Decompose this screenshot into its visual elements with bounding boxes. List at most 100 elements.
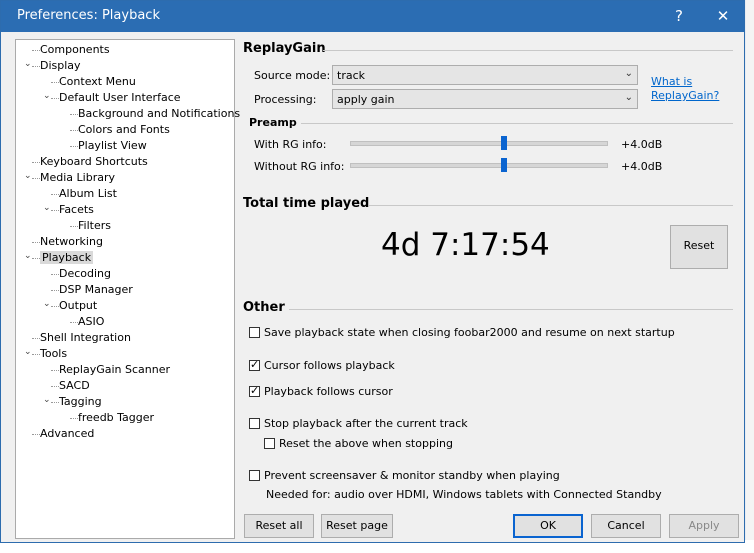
tree-connector bbox=[70, 418, 78, 419]
without-rg-value: +4.0dB bbox=[621, 160, 663, 173]
tree-item-freedb-tagger[interactable]: freedb Tagger bbox=[78, 410, 154, 426]
tree-connector bbox=[51, 386, 59, 387]
help-button[interactable]: ? bbox=[659, 1, 699, 32]
tree-item-playlist-view[interactable]: Playlist View bbox=[78, 138, 147, 154]
tree-item-tagging[interactable]: Tagging bbox=[59, 394, 102, 410]
tree-item-label: Context Menu bbox=[59, 75, 136, 88]
tree-item-label: Components bbox=[40, 43, 110, 56]
tree-connector bbox=[32, 354, 40, 355]
chevron-down-icon[interactable]: ⌄ bbox=[24, 59, 32, 69]
option-reset-when-stopping[interactable]: Reset the above when stopping bbox=[264, 437, 453, 450]
checkbox[interactable] bbox=[264, 438, 275, 449]
source-mode-label: Source mode: bbox=[254, 69, 331, 82]
preferences-dialog: Preferences: Playback ? ✕ Components ⌄ Dis… bbox=[0, 0, 745, 543]
tree-item-default-user-interface[interactable]: Default User Interface bbox=[59, 90, 181, 106]
tree-item-filters[interactable]: Filters bbox=[78, 218, 111, 234]
option-label: Playback follows cursor bbox=[264, 385, 393, 398]
source-mode-select[interactable]: track ⌄ bbox=[332, 65, 638, 85]
chevron-down-icon[interactable]: ⌄ bbox=[24, 251, 32, 261]
tree-item-label: Background and Notifications bbox=[78, 107, 241, 120]
tree-item-label: Playlist View bbox=[78, 139, 147, 152]
replaygain-title: ReplayGain bbox=[243, 41, 326, 56]
processing-select[interactable]: apply gain ⌄ bbox=[332, 89, 638, 109]
total-time-value: 4d 7:17:54 bbox=[381, 227, 550, 263]
checkbox[interactable] bbox=[249, 470, 260, 481]
tree-item-label: Facets bbox=[59, 203, 94, 216]
tree-item-asio[interactable]: ASIO bbox=[78, 314, 104, 330]
cancel-button[interactable]: Cancel bbox=[591, 514, 661, 538]
tree-item-facets[interactable]: Facets bbox=[59, 202, 94, 218]
tree-item-label: Playback bbox=[40, 251, 94, 264]
tree-item-playback[interactable]: Playback bbox=[40, 250, 94, 266]
ok-button[interactable]: OK bbox=[513, 514, 583, 538]
chevron-down-icon[interactable]: ⌄ bbox=[24, 347, 32, 357]
preferences-tree[interactable]: Components ⌄ Display Context Menu ⌄ Default U… bbox=[15, 39, 240, 539]
other-title: Other bbox=[243, 300, 285, 315]
tree-connector bbox=[51, 194, 59, 195]
tree-item-components[interactable]: Components bbox=[40, 42, 110, 58]
option-cursor-follows-playback[interactable]: Cursor follows playback bbox=[249, 358, 395, 372]
option-stop-after-current[interactable]: Stop playback after the current track bbox=[249, 417, 468, 430]
checkbox[interactable] bbox=[249, 327, 260, 338]
tree-connector bbox=[51, 370, 59, 371]
option-label: Cursor follows playback bbox=[264, 359, 395, 372]
time-played-divider bbox=[369, 205, 733, 206]
checkbox[interactable] bbox=[249, 384, 260, 397]
tree-item-label: Output bbox=[59, 299, 98, 312]
tree-item-label: Networking bbox=[40, 235, 103, 248]
tree-item-display[interactable]: Display bbox=[40, 58, 81, 74]
tree-connector bbox=[32, 178, 40, 179]
tree-item-label: Media Library bbox=[40, 171, 115, 184]
tree-item-label: SACD bbox=[59, 379, 90, 392]
tree-connector bbox=[32, 162, 40, 163]
what-is-replaygain-link[interactable]: What is ReplayGain? bbox=[651, 75, 719, 103]
tree-item-media-library[interactable]: Media Library bbox=[40, 170, 115, 186]
other-divider bbox=[289, 309, 733, 310]
close-button[interactable]: ✕ bbox=[703, 1, 743, 32]
option-prevent-screensaver[interactable]: Prevent screensaver & monitor standby wh… bbox=[249, 469, 560, 482]
reset-all-button[interactable]: Reset all bbox=[244, 514, 314, 538]
tree-connector bbox=[51, 82, 59, 83]
reset-page-button[interactable]: Reset page bbox=[321, 514, 393, 538]
tree-item-tools[interactable]: Tools bbox=[40, 346, 67, 362]
tree-item-sacd[interactable]: SACD bbox=[59, 378, 90, 394]
tree-item-label: Shell Integration bbox=[40, 331, 131, 344]
apply-button[interactable]: Apply bbox=[669, 514, 739, 538]
tree-connector bbox=[51, 210, 59, 211]
link-line-1: What is bbox=[651, 75, 693, 88]
tree-item-dsp-manager[interactable]: DSP Manager bbox=[59, 282, 133, 298]
tree-connector bbox=[51, 290, 59, 291]
option-label: Prevent screensaver & monitor standby wh… bbox=[264, 469, 560, 482]
tree-item-label: ASIO bbox=[78, 315, 105, 328]
tree-item-colors-and-fonts[interactable]: Colors and Fonts bbox=[78, 122, 170, 138]
playback-page: ReplayGain Source mode: track ⌄ Processi… bbox=[243, 39, 743, 539]
checkbox[interactable] bbox=[249, 418, 260, 429]
chevron-down-icon[interactable]: ⌄ bbox=[43, 91, 51, 101]
option-playback-follows-cursor[interactable]: Playback follows cursor bbox=[249, 384, 393, 398]
chevron-down-icon[interactable]: ⌄ bbox=[43, 395, 51, 405]
tree-item-networking[interactable]: Networking bbox=[40, 234, 103, 250]
tree-item-output[interactable]: Output bbox=[59, 298, 97, 314]
tree-item-album-list[interactable]: Album List bbox=[59, 186, 117, 202]
tree-item-advanced[interactable]: Advanced bbox=[40, 426, 94, 442]
with-rg-value: +4.0dB bbox=[621, 138, 663, 151]
tree-item-keyboard-shortcuts[interactable]: Keyboard Shortcuts bbox=[40, 154, 148, 170]
option-save-playback-state[interactable]: Save playback state when closing foobar2… bbox=[249, 326, 675, 339]
tree-item-context-menu[interactable]: Context Menu bbox=[59, 74, 136, 90]
background-window-edge-right bbox=[746, 0, 754, 553]
without-rg-slider-thumb[interactable] bbox=[500, 158, 507, 172]
tree-item-replaygain-scanner[interactable]: ReplayGain Scanner bbox=[59, 362, 170, 378]
chevron-down-icon[interactable]: ⌄ bbox=[43, 299, 51, 309]
chevron-down-icon[interactable]: ⌄ bbox=[43, 203, 51, 213]
checkbox[interactable] bbox=[249, 358, 260, 371]
chevron-down-icon: ⌄ bbox=[624, 92, 633, 103]
with-rg-slider-track[interactable] bbox=[350, 141, 608, 146]
reset-time-button[interactable]: Reset bbox=[670, 225, 728, 269]
tree-item-background-and-notifications[interactable]: Background and Notifications bbox=[78, 106, 240, 122]
tree-item-decoding[interactable]: Decoding bbox=[59, 266, 111, 282]
without-rg-slider-track[interactable] bbox=[350, 163, 608, 168]
with-rg-slider-thumb[interactable] bbox=[500, 136, 507, 150]
option-label: Reset the above when stopping bbox=[279, 437, 453, 450]
chevron-down-icon[interactable]: ⌄ bbox=[24, 171, 32, 181]
tree-item-shell-integration[interactable]: Shell Integration bbox=[40, 330, 131, 346]
